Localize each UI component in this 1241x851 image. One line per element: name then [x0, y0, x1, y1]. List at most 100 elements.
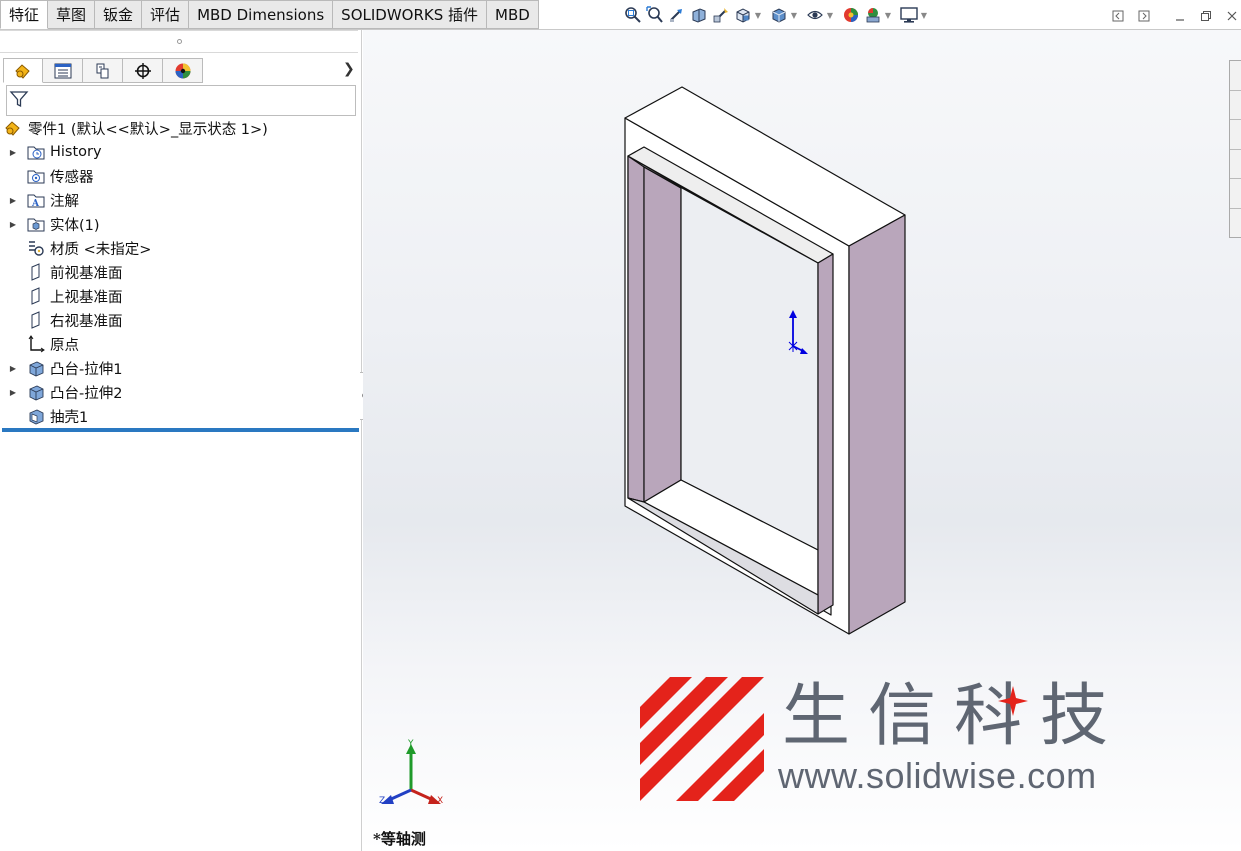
- configurationmanager-icon[interactable]: [83, 58, 123, 83]
- task-pane-tab[interactable]: [1230, 120, 1241, 150]
- tab-solidworks-addins[interactable]: SOLIDWORKS 插件: [333, 0, 488, 29]
- shell-icon: [26, 406, 46, 426]
- panel-splitter-grip[interactable]: [177, 39, 182, 44]
- tree-item[interactable]: 上视基准面: [8, 284, 123, 308]
- plane-icon: [26, 310, 46, 330]
- view-orientation-dropdown-icon[interactable]: ▼: [754, 11, 762, 20]
- dimxpert-icon[interactable]: [123, 58, 163, 83]
- task-pane-tabs[interactable]: [1229, 60, 1241, 238]
- section-view-icon[interactable]: [688, 5, 710, 25]
- tree-item-label: 注解: [50, 193, 79, 210]
- expand-arrow-icon[interactable]: ▶: [8, 220, 18, 229]
- zoom-to-area-icon[interactable]: [644, 5, 666, 25]
- hide-show-items-icon[interactable]: [804, 5, 826, 25]
- task-pane-tab[interactable]: [1230, 61, 1241, 91]
- origin-icon: [26, 334, 46, 354]
- tree-item[interactable]: 抽壳1: [8, 404, 88, 428]
- view-settings-icon[interactable]: [898, 5, 920, 25]
- tree-item-label: 右视基准面: [50, 313, 123, 330]
- featuremanager-tabs: [3, 58, 203, 83]
- maximize-icon[interactable]: [1198, 8, 1214, 24]
- tab-sheet-metal[interactable]: 钣金: [95, 0, 143, 29]
- command-manager: 特征 草图 钣金 评估 MBD Dimensions SOLIDWORKS 插件…: [0, 0, 1241, 30]
- tree-item[interactable]: ▶ 实体(1): [8, 212, 100, 236]
- part-icon: [4, 118, 24, 138]
- task-pane-tab[interactable]: [1230, 209, 1241, 239]
- heads-up-view-toolbar: ▼ ▼ ▼ ▼ ▼: [622, 5, 928, 25]
- tree-item[interactable]: 传感器: [8, 164, 94, 188]
- watermark-url: www.solidwise.com: [778, 755, 1097, 796]
- reference-triad: Y X Z: [379, 739, 443, 806]
- panel-top-border: [0, 30, 358, 31]
- dynamic-annotation-icon[interactable]: [710, 5, 732, 25]
- tab-sketch[interactable]: 草图: [48, 0, 96, 29]
- tree-item[interactable]: 前视基准面: [8, 260, 123, 284]
- tree-item[interactable]: ▶ History: [8, 140, 102, 164]
- command-tabs: 特征 草图 钣金 评估 MBD Dimensions SOLIDWORKS 插件…: [0, 0, 539, 29]
- chevron-right-icon[interactable]: ❯: [343, 61, 355, 77]
- boss-extrude-icon: [26, 358, 46, 378]
- sensors-folder-icon: [26, 166, 46, 186]
- apply-scene-icon[interactable]: [862, 5, 884, 25]
- watermark-title: 生信科技: [782, 677, 1127, 756]
- tree-item[interactable]: 原点: [8, 332, 79, 356]
- material-icon: [26, 238, 46, 258]
- tree-root-part[interactable]: 零件1 (默认<<默认>_显示状态 1>): [4, 116, 268, 140]
- solid-bodies-folder-icon: [26, 214, 46, 234]
- tab-mbd-dimensions[interactable]: MBD Dimensions: [189, 0, 334, 29]
- propertymanager-icon[interactable]: [43, 58, 83, 83]
- boss-extrude-icon: [26, 382, 46, 402]
- expand-arrow-icon[interactable]: ▶: [8, 148, 18, 157]
- display-style-icon[interactable]: [768, 5, 790, 25]
- restore-left-icon[interactable]: [1110, 8, 1126, 24]
- featuremanager-panel: ❯ 零件1 (默认<<默认>_显示状态 1>) ▶ History 传感器 ▶ A 注解 ▶…: [0, 30, 362, 851]
- recess-left-wall: [643, 166, 682, 503]
- task-pane-tab[interactable]: [1230, 91, 1241, 121]
- apply-scene-dropdown-icon[interactable]: ▼: [884, 11, 892, 20]
- tree-filter-field[interactable]: [6, 85, 356, 116]
- inner-right-wall: [817, 253, 834, 615]
- tab-mbd[interactable]: MBD: [487, 0, 539, 29]
- history-folder-icon: [26, 142, 46, 162]
- restore-right-icon[interactable]: [1136, 8, 1152, 24]
- zoom-to-fit-icon[interactable]: [622, 5, 644, 25]
- inner-left-wall: [627, 155, 645, 503]
- featuremanager-tree-icon[interactable]: [3, 58, 43, 83]
- hide-show-dropdown-icon[interactable]: ▼: [826, 11, 834, 20]
- triad-y-label: Y: [407, 739, 414, 749]
- tree-item[interactable]: ▶ 凸台-拉伸2: [8, 380, 123, 404]
- tab-features[interactable]: 特征: [0, 0, 49, 29]
- minimize-icon[interactable]: [1172, 8, 1188, 24]
- rollback-bar[interactable]: [2, 428, 359, 432]
- frame-right-face: [848, 214, 906, 635]
- expand-arrow-icon[interactable]: ▶: [8, 196, 18, 205]
- expand-arrow-icon[interactable]: ▶: [8, 388, 18, 397]
- svg-text:A: A: [31, 199, 40, 208]
- triad-x-label: X: [437, 796, 443, 806]
- edit-appearance-icon[interactable]: [840, 5, 862, 25]
- tree-item[interactable]: 右视基准面: [8, 308, 123, 332]
- tree-item[interactable]: ▶ 凸台-拉伸1: [8, 356, 123, 380]
- displaymanager-icon[interactable]: [163, 58, 203, 83]
- tree-item-label: 实体(1): [50, 217, 100, 234]
- tab-evaluate[interactable]: 评估: [142, 0, 190, 29]
- task-pane-tab[interactable]: [1230, 179, 1241, 209]
- annotations-folder-icon: A: [26, 190, 46, 210]
- part-label: 零件1 (默认<<默认>_显示状态 1>): [28, 121, 268, 138]
- tree-item-label: History: [50, 144, 102, 160]
- plane-icon: [26, 286, 46, 306]
- previous-view-icon[interactable]: [666, 5, 688, 25]
- display-style-dropdown-icon[interactable]: ▼: [790, 11, 798, 20]
- tree-item[interactable]: 材质 <未指定>: [8, 236, 151, 260]
- plane-icon: [26, 262, 46, 282]
- tree-item-label: 传感器: [50, 169, 94, 186]
- view-settings-dropdown-icon[interactable]: ▼: [920, 11, 928, 20]
- task-pane-tab[interactable]: [1230, 150, 1241, 180]
- close-icon[interactable]: [1224, 8, 1240, 24]
- filter-icon: [9, 89, 29, 113]
- expand-arrow-icon[interactable]: ▶: [8, 364, 18, 373]
- view-orientation-icon[interactable]: [732, 5, 754, 25]
- tree-item[interactable]: ▶ A 注解: [8, 188, 79, 212]
- tree-item-label: 凸台-拉伸2: [50, 385, 123, 402]
- triad-z-label: Z: [379, 796, 385, 806]
